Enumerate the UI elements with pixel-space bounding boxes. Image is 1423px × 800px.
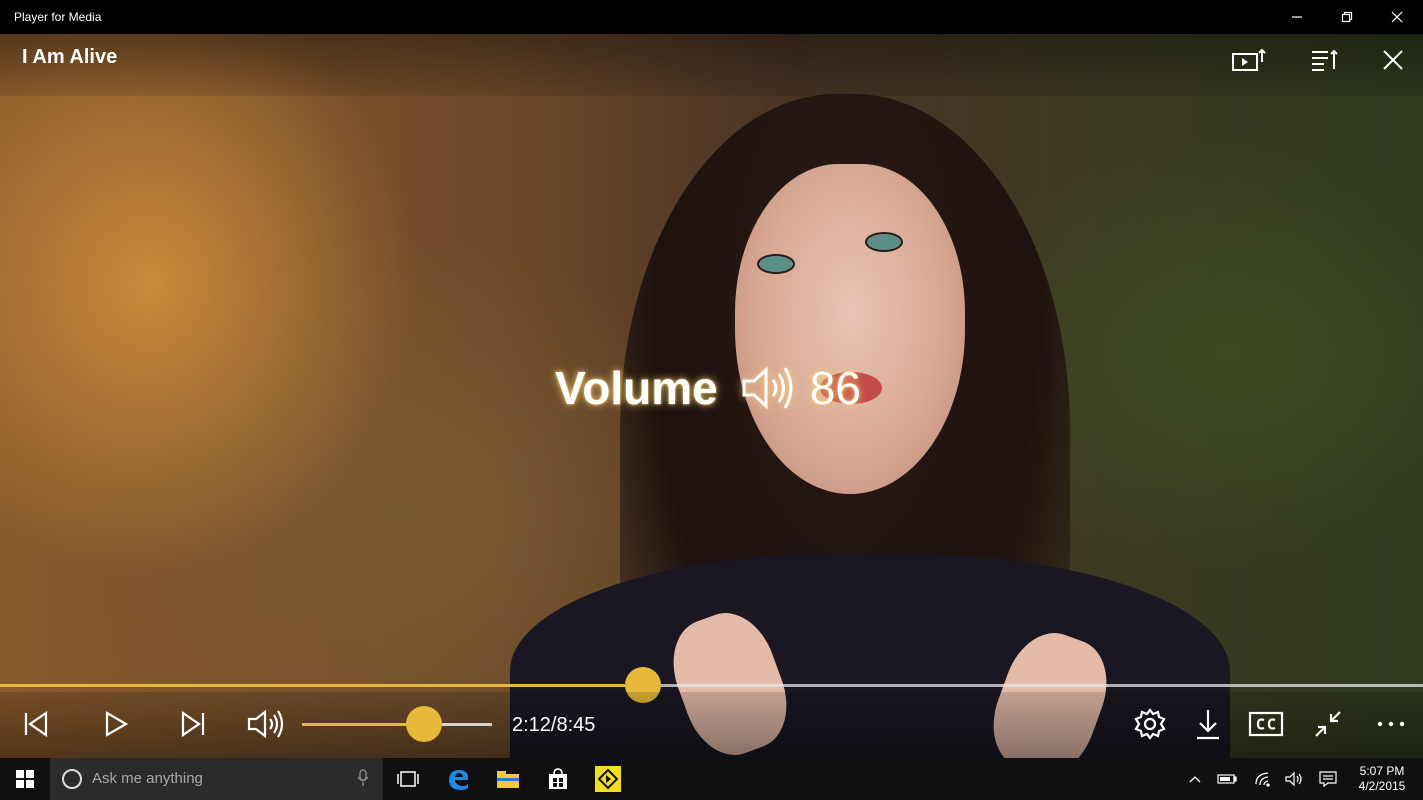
- playback-controls-bar: 2:12/8:45: [0, 692, 1423, 758]
- captions-button[interactable]: [1244, 702, 1288, 746]
- maximize-button[interactable]: [1324, 0, 1370, 34]
- top-overlay-bar: I Am Alive: [0, 34, 1423, 96]
- store-taskbar-button[interactable]: [534, 758, 582, 800]
- play-icon: [105, 711, 129, 737]
- play-button[interactable]: [94, 702, 138, 746]
- action-center-icon: [1319, 771, 1337, 787]
- task-view-button[interactable]: [384, 758, 432, 800]
- window-title-bar: Player for Media: [0, 0, 1423, 34]
- search-placeholder: Ask me anything: [92, 770, 203, 787]
- playlist-icon: [1312, 49, 1338, 71]
- taskbar-clock[interactable]: 5:07 PM 4/2/2015: [1352, 764, 1412, 794]
- window-close-button[interactable]: [1374, 0, 1420, 34]
- more-options-icon: [1377, 721, 1405, 727]
- task-view-icon: [397, 771, 419, 787]
- video-subject-face: [735, 164, 965, 494]
- seek-bar-progress: [0, 684, 644, 687]
- microphone-icon[interactable]: [357, 769, 369, 791]
- show-hidden-icons-button[interactable]: [1185, 770, 1205, 788]
- seek-bar[interactable]: [0, 667, 1423, 703]
- cast-screen-icon: [1232, 48, 1266, 71]
- exit-fullscreen-button[interactable]: [1306, 702, 1350, 746]
- file-explorer-icon: [497, 771, 519, 788]
- file-explorer-taskbar-button[interactable]: [484, 758, 532, 800]
- app-title: Player for Media: [14, 10, 102, 24]
- wifi-icon: [1255, 772, 1270, 787]
- battery-button[interactable]: [1217, 770, 1237, 788]
- battery-icon: [1217, 774, 1237, 784]
- edge-taskbar-button[interactable]: [434, 758, 482, 800]
- next-button[interactable]: [171, 702, 215, 746]
- more-options-button[interactable]: [1369, 702, 1413, 746]
- volume-tray-button[interactable]: [1284, 770, 1304, 788]
- cortana-search-box[interactable]: Ask me anything: [50, 758, 383, 800]
- volume-slider-thumb[interactable]: [405, 706, 442, 742]
- show-hidden-icons-icon: [1189, 776, 1201, 783]
- media-title: I Am Alive: [22, 46, 118, 68]
- mute-button[interactable]: [244, 702, 288, 746]
- playlist-button[interactable]: [1305, 42, 1345, 78]
- taskbar: Ask me anything 5:07 PM 4/2/2015: [0, 758, 1423, 800]
- osd-label: Volume: [555, 362, 718, 414]
- close-player-button[interactable]: [1373, 42, 1413, 78]
- cast-button[interactable]: [1230, 42, 1270, 78]
- cortana-icon: [62, 769, 82, 789]
- time-display: 2:12/8:45: [512, 714, 596, 736]
- network-button[interactable]: [1253, 770, 1273, 788]
- windows-logo-icon: [16, 770, 34, 788]
- media-player-app-icon: [595, 766, 621, 792]
- closed-captions-icon: [1248, 711, 1284, 737]
- exit-fullscreen-icon: [1315, 711, 1341, 737]
- store-icon: [549, 768, 567, 789]
- download-icon: [1197, 710, 1219, 740]
- settings-button[interactable]: [1128, 702, 1172, 746]
- clock-time: 5:07 PM: [1359, 764, 1405, 778]
- speaker-icon: [740, 363, 796, 413]
- skip-previous-icon: [24, 710, 48, 738]
- download-button[interactable]: [1186, 702, 1230, 746]
- osd-value: 86: [809, 362, 861, 414]
- minimize-icon: [1292, 16, 1302, 18]
- media-player-taskbar-button[interactable]: [584, 758, 632, 800]
- previous-button[interactable]: [14, 702, 58, 746]
- video-subject-eye-right: [865, 232, 903, 252]
- speaker-icon: [1285, 771, 1302, 787]
- edge-browser-icon: [449, 770, 469, 790]
- close-icon: [1391, 11, 1403, 23]
- minimize-button[interactable]: [1274, 0, 1320, 34]
- volume-osd: Volume 86: [555, 358, 861, 418]
- volume-slider[interactable]: [302, 706, 492, 742]
- maximize-icon: [1341, 11, 1353, 23]
- settings-gear-icon: [1134, 708, 1166, 740]
- video-subject-eye-left: [757, 254, 795, 274]
- action-center-button[interactable]: [1318, 770, 1338, 788]
- clock-date: 4/2/2015: [1358, 779, 1406, 793]
- close-icon: [1383, 50, 1403, 70]
- start-button[interactable]: [0, 758, 50, 800]
- skip-next-icon: [181, 710, 205, 738]
- volume-icon: [247, 709, 284, 739]
